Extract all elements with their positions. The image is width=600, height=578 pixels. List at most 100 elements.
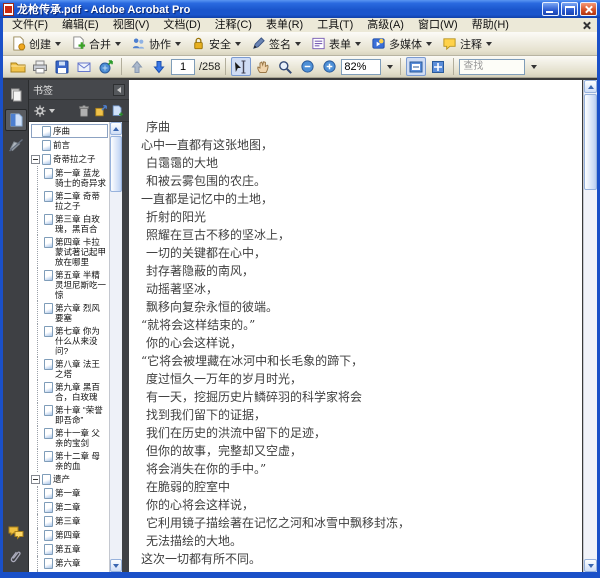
bookmark-item[interactable]: 第二章 奇蒂拉之子 — [37, 189, 108, 212]
multimedia-button[interactable]: 多媒体 — [367, 34, 436, 54]
collapse-minus-icon[interactable] — [31, 154, 40, 164]
collaborate-button[interactable]: 协作 — [127, 34, 185, 54]
menu-item-comments[interactable]: 注释(C) — [208, 18, 259, 32]
bookmark-item[interactable]: 第三章 白玫瑰，黑百合 — [37, 212, 108, 235]
expand-current-button[interactable] — [94, 104, 108, 118]
bookmark-item[interactable]: 第六章 烈风要塞 — [37, 301, 108, 324]
upload-button[interactable] — [96, 57, 116, 76]
bookmark-item[interactable]: 第七章 你为什么从来没问? — [37, 324, 108, 357]
bookmark-item[interactable]: 序曲 — [31, 124, 108, 138]
secure-button[interactable]: 安全 — [187, 34, 245, 54]
bookmark-item[interactable]: 第八章 法王之塔 — [37, 357, 108, 380]
delete-button[interactable] — [77, 104, 91, 118]
scroll-down-button[interactable] — [110, 559, 122, 572]
comment-label: 注释 — [460, 38, 482, 51]
zoom-dropdown-arrow[interactable] — [383, 59, 395, 75]
create-button[interactable]: 创建 — [7, 34, 65, 54]
collapse-panel-button[interactable] — [113, 83, 125, 96]
zoom-in-button[interactable] — [319, 57, 339, 76]
bookmark-item[interactable]: 第六章 — [37, 556, 108, 570]
bookmark-item[interactable]: 第十一章 父亲的宝剑 — [37, 426, 108, 449]
pages-panel-button[interactable] — [5, 84, 27, 106]
secure-label: 安全 — [209, 38, 231, 51]
bookmark-item[interactable]: 第十二章 母亲的血 — [37, 449, 108, 472]
menu-item-tools[interactable]: 工具(T) — [310, 18, 360, 32]
pdf-page[interactable]: 序曲 心中一直都有这张地图， 白霭霭的大地 和被云雾包围的农庄。 一直都是记忆中的土地，… — [129, 80, 583, 572]
panel-splitter[interactable] — [122, 122, 129, 572]
bookmarks-scrollbar[interactable] — [109, 122, 122, 572]
fit-page-button[interactable] — [428, 57, 448, 76]
next-page-button[interactable] — [149, 57, 169, 76]
bookmark-item[interactable]: 第九章 黑百合，白玫瑰 — [37, 380, 108, 403]
collaborate-label: 协作 — [149, 38, 171, 51]
menu-item-forms[interactable]: 表单(R) — [259, 18, 310, 32]
page-number-input[interactable] — [171, 58, 195, 75]
bookmarks-panel-toolbar — [29, 100, 129, 122]
close-document-icon[interactable] — [581, 19, 593, 31]
close-button[interactable] — [580, 2, 597, 16]
save-button[interactable] — [52, 57, 72, 76]
find-input[interactable] — [459, 58, 526, 75]
bookmark-item[interactable]: 遗产 — [31, 472, 108, 486]
document-scrollbar[interactable] — [583, 80, 597, 572]
bookmark-item[interactable]: 第五章 — [37, 542, 108, 556]
forms-button[interactable]: 表单 — [307, 34, 365, 54]
menu-item-window[interactable]: 窗口(W) — [411, 18, 465, 32]
scroll-up-button[interactable] — [110, 122, 122, 135]
open-icon — [10, 59, 26, 75]
open-button[interactable] — [8, 57, 28, 76]
menu-item-advanced[interactable]: 高级(A) — [360, 18, 411, 32]
bookmarks-panel-button[interactable] — [4, 109, 27, 131]
bookmark-item[interactable]: 奇蒂拉之子 — [31, 152, 108, 166]
collapse-minus-icon[interactable] — [31, 474, 40, 484]
bookmark-item[interactable]: 第五章 半精灵坦尼斯吃一惊 — [37, 268, 108, 301]
find-dropdown-arrow[interactable] — [527, 59, 539, 75]
scrollbar-thumb[interactable] — [110, 136, 122, 192]
document-text-line: 白霭霭的大地 — [146, 156, 219, 170]
bookmark-item[interactable]: 前言 — [31, 138, 108, 152]
scroll-up-button[interactable] — [584, 80, 597, 93]
menu-item-file[interactable]: 文件(F) — [5, 18, 55, 32]
bookmark-item[interactable]: 第七章 — [37, 570, 108, 572]
print-button[interactable] — [30, 57, 50, 76]
bookmark-item[interactable]: 第四章 — [37, 528, 108, 542]
scrollbar-thumb[interactable] — [584, 94, 597, 190]
fit-width-button[interactable] — [406, 57, 427, 76]
select-icon — [233, 59, 249, 75]
bookmark-item[interactable]: 第一章 蓝龙骑士的奇异求 — [37, 166, 108, 189]
new-bookmark-button[interactable] — [111, 104, 125, 118]
options-button[interactable] — [33, 104, 55, 118]
scroll-down-button[interactable] — [584, 559, 597, 572]
bookmark-item[interactable]: 第三章 — [37, 514, 108, 528]
document-text-line: 飘移向复杂永恒的彼端。 — [146, 300, 279, 314]
minimize-button[interactable] — [542, 2, 559, 16]
bookmark-item[interactable]: 第四章 卡拉蒙试著记起甲放在哪里 — [37, 235, 108, 268]
sign-button[interactable]: 签名 — [247, 34, 305, 54]
bookmark-item[interactable]: 第十章 “荣誉即吾命” — [37, 403, 108, 426]
menu-item-edit[interactable]: 编辑(E) — [55, 18, 106, 32]
previous-page-button[interactable] — [127, 57, 147, 76]
select-tool-button[interactable] — [231, 57, 252, 76]
bookmarks-panel-icon — [8, 112, 24, 128]
bookmark-item[interactable]: 第二章 — [37, 500, 108, 514]
comment-button[interactable]: 注释 — [438, 34, 496, 54]
menu-item-view[interactable]: 视图(V) — [106, 18, 157, 32]
signatures-panel-button[interactable] — [5, 134, 27, 156]
combine-button[interactable]: 合并 — [67, 34, 125, 54]
zoom-marquee-tool-button[interactable] — [275, 57, 295, 76]
menu-item-document[interactable]: 文档(D) — [156, 18, 207, 32]
zoom-level-input[interactable] — [341, 58, 382, 75]
document-text-line: 有一天，挖掘历史片鳞碎羽的科学家将会 — [146, 390, 363, 404]
email-button[interactable] — [74, 57, 94, 76]
bookmark-label: 第七章 你为什么从来没问? — [55, 325, 100, 356]
attachments-panel-button[interactable] — [5, 546, 27, 568]
next-page-icon — [151, 59, 167, 75]
pages-panel-icon — [8, 87, 24, 103]
comments-panel-button[interactable] — [5, 521, 27, 543]
zoom-out-button[interactable] — [297, 57, 317, 76]
maximize-button[interactable] — [561, 2, 578, 16]
menu-item-help[interactable]: 帮助(H) — [465, 18, 516, 32]
bookmark-item[interactable]: 第一章 — [37, 486, 108, 500]
chevron-down-icon — [55, 41, 61, 46]
hand-tool-button[interactable] — [253, 57, 273, 76]
